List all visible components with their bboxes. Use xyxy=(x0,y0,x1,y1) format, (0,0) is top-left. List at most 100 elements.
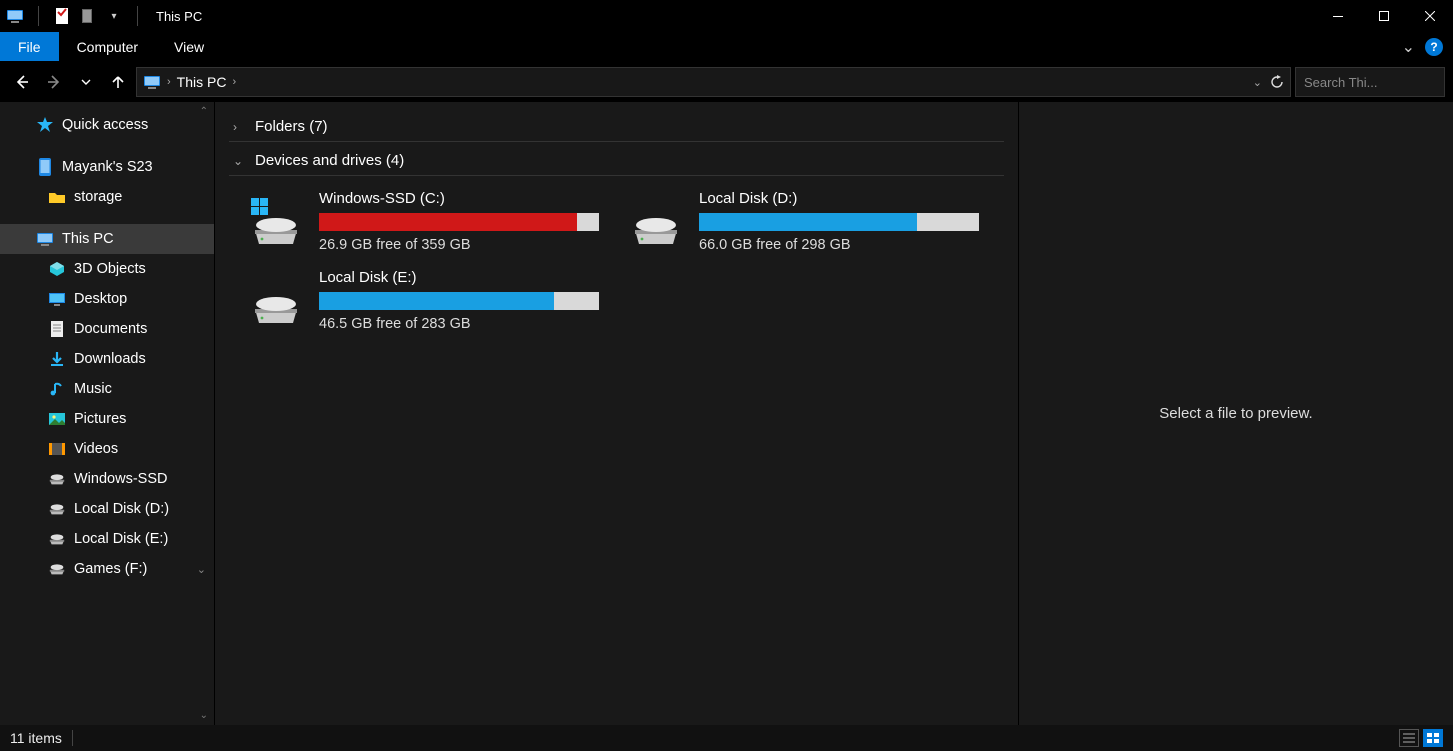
sidebar-item-videos[interactable]: Videos xyxy=(0,434,214,464)
group-label: Folders (7) xyxy=(255,118,328,135)
music-icon xyxy=(48,380,66,398)
sidebar-item-music[interactable]: Music xyxy=(0,374,214,404)
up-button[interactable] xyxy=(104,68,132,96)
refresh-icon[interactable] xyxy=(1270,75,1284,89)
sidebar-item-pictures[interactable]: Pictures xyxy=(0,404,214,434)
sidebar-item-documents[interactable]: Documents xyxy=(0,314,214,344)
sidebar-item-label: This PC xyxy=(62,231,114,247)
pc-icon xyxy=(36,230,54,248)
folder-icon xyxy=(48,188,66,206)
sidebar-item-this-pc[interactable]: This PC xyxy=(0,224,214,254)
sidebar-item-label: Games (F:) xyxy=(74,561,147,577)
title-bar: ▾ This PC xyxy=(0,0,1453,32)
forward-button[interactable] xyxy=(40,68,68,96)
disk-icon xyxy=(48,500,66,518)
drive-capacity-bar xyxy=(319,292,599,310)
drive-capacity-bar xyxy=(319,213,599,231)
recent-locations-button[interactable] xyxy=(72,68,100,96)
navigation-bar: › This PC › ⌄ xyxy=(0,62,1453,102)
sidebar-item-label: Downloads xyxy=(74,351,146,367)
sidebar-item-local-disk-e-[interactable]: Local Disk (E:) xyxy=(0,524,214,554)
content-pane: › Folders (7) ⌄ Devices and drives (4) W… xyxy=(215,102,1018,725)
sidebar-item-label: Local Disk (D:) xyxy=(74,501,169,517)
chevron-right-icon[interactable]: › xyxy=(167,76,171,88)
drive-icon xyxy=(247,277,305,325)
sidebar-item-label: storage xyxy=(74,189,122,205)
sidebar-item-label: Quick access xyxy=(62,117,148,133)
chevron-right-icon[interactable]: › xyxy=(232,76,236,88)
sidebar-item-quick-access[interactable]: Quick access xyxy=(0,110,214,140)
scroll-down-icon[interactable]: ⌄ xyxy=(200,710,208,721)
drive-item[interactable]: Windows-SSD (C:)26.9 GB free of 359 GB xyxy=(247,190,607,253)
cube-icon xyxy=(48,260,66,278)
disk-icon xyxy=(48,470,66,488)
drive-name: Local Disk (D:) xyxy=(699,190,987,207)
sidebar-item-desktop[interactable]: Desktop xyxy=(0,284,214,314)
sidebar-item-label: Documents xyxy=(74,321,147,337)
ribbon: File Computer View ⌄ ? xyxy=(0,32,1453,62)
navigation-pane: ⌃ Quick access Mayank's S23 storage This PC… xyxy=(0,102,215,725)
minimize-button[interactable] xyxy=(1315,0,1361,32)
details-view-button[interactable] xyxy=(1399,729,1419,747)
phone-icon xyxy=(36,158,54,176)
drive-free-text: 26.9 GB free of 359 GB xyxy=(319,237,607,253)
tiles-view-button[interactable] xyxy=(1423,729,1443,747)
drive-free-text: 46.5 GB free of 283 GB xyxy=(319,316,607,332)
drive-item[interactable]: Local Disk (E:)46.5 GB free of 283 GB xyxy=(247,269,607,332)
address-dropdown-icon[interactable]: ⌄ xyxy=(1253,76,1262,89)
file-tab[interactable]: File xyxy=(0,32,59,61)
properties-icon[interactable] xyxy=(53,7,71,25)
sidebar-item-label: Pictures xyxy=(74,411,126,427)
ribbon-expand-icon[interactable]: ⌄ xyxy=(1402,37,1415,57)
group-label: Devices and drives (4) xyxy=(255,152,404,169)
drives-grid: Windows-SSD (C:)26.9 GB free of 359 GB Lo… xyxy=(229,180,1004,352)
sidebar-item-local-disk-d-[interactable]: Local Disk (D:) xyxy=(0,494,214,524)
pc-icon xyxy=(143,73,161,91)
drive-capacity-bar xyxy=(699,213,979,231)
ribbon-tab-computer[interactable]: Computer xyxy=(59,32,156,61)
maximize-button[interactable] xyxy=(1361,0,1407,32)
sidebar-item-label: Videos xyxy=(74,441,118,457)
status-item-count: 11 items xyxy=(10,730,62,746)
sidebar-item-3d-objects[interactable]: 3D Objects xyxy=(0,254,214,284)
status-bar: 11 items xyxy=(0,725,1453,751)
sidebar-item-label: Local Disk (E:) xyxy=(74,531,168,547)
sidebar-item-downloads[interactable]: Downloads xyxy=(0,344,214,374)
drive-icon xyxy=(627,198,685,246)
address-bar[interactable]: › This PC › ⌄ xyxy=(136,67,1291,97)
ribbon-tab-view[interactable]: View xyxy=(156,32,222,61)
sidebar-item-label: Desktop xyxy=(74,291,127,307)
scroll-up-icon[interactable]: ⌃ xyxy=(200,106,208,117)
sidebar-item-games-f-[interactable]: Games (F:) ⌄ xyxy=(0,554,214,584)
picture-icon xyxy=(48,410,66,428)
drive-icon xyxy=(247,198,305,246)
sidebar-item-mayank-s-s23[interactable]: Mayank's S23 xyxy=(0,152,214,182)
qat-dropdown-icon[interactable] xyxy=(79,7,97,25)
drive-item[interactable]: Local Disk (D:) 66.0 GB free of 298 GB xyxy=(627,190,987,253)
pc-icon xyxy=(6,7,24,25)
sidebar-item-label: Mayank's S23 xyxy=(62,159,153,175)
sidebar-item-storage[interactable]: storage xyxy=(0,182,214,212)
sidebar-item-label: Windows-SSD xyxy=(74,471,167,487)
chevron-right-icon: › xyxy=(233,120,247,134)
preview-pane: Select a file to preview. xyxy=(1018,102,1453,725)
desktop-icon xyxy=(48,290,66,308)
disk-icon xyxy=(48,560,66,578)
sidebar-item-windows-ssd[interactable]: Windows-SSD xyxy=(0,464,214,494)
sidebar-item-label: 3D Objects xyxy=(74,261,146,277)
search-input[interactable] xyxy=(1304,75,1453,90)
drive-free-text: 66.0 GB free of 298 GB xyxy=(699,237,987,253)
chevron-down-icon[interactable]: ⌄ xyxy=(197,563,206,576)
search-box[interactable] xyxy=(1295,67,1445,97)
group-header-drives[interactable]: ⌄ Devices and drives (4) xyxy=(229,146,1004,176)
help-icon[interactable]: ? xyxy=(1425,38,1443,56)
preview-empty-text: Select a file to preview. xyxy=(1159,405,1312,422)
back-button[interactable] xyxy=(8,68,36,96)
breadcrumb[interactable]: This PC xyxy=(177,74,227,90)
close-button[interactable] xyxy=(1407,0,1453,32)
qat-customize-icon[interactable]: ▾ xyxy=(105,7,123,25)
window-title: This PC xyxy=(150,9,202,24)
group-header-folders[interactable]: › Folders (7) xyxy=(229,112,1004,142)
download-icon xyxy=(48,350,66,368)
doc-icon xyxy=(48,320,66,338)
